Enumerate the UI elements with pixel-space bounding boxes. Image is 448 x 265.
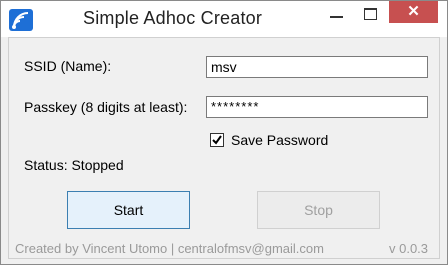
- passkey-label: Passkey (8 digits at least):: [24, 99, 188, 115]
- app-window: Simple Adhoc Creator ✕ SSID (Name): msv …: [0, 0, 448, 265]
- window-title: Simple Adhoc Creator: [83, 8, 263, 28]
- passkey-input[interactable]: ********: [206, 96, 428, 118]
- wifi-app-icon: [9, 9, 33, 31]
- ssid-label: SSID (Name):: [24, 58, 112, 74]
- save-password-label[interactable]: Save Password: [231, 132, 328, 148]
- maximize-icon[interactable]: [356, 1, 388, 31]
- close-icon: ✕: [407, 3, 420, 20]
- version-text: v 0.0.3: [389, 241, 429, 256]
- start-button[interactable]: Start: [67, 191, 190, 229]
- close-button[interactable]: ✕: [389, 1, 438, 23]
- title-bar[interactable]: Simple Adhoc Creator ✕: [1, 1, 447, 37]
- status-text: Status: Stopped: [24, 157, 124, 173]
- minimize-icon[interactable]: [321, 1, 353, 31]
- stop-button[interactable]: Stop: [257, 191, 380, 229]
- main-panel: SSID (Name): msv Passkey (8 digits at le…: [8, 37, 440, 259]
- credits-text: Created by Vincent Utomo | centralofmsv@…: [15, 241, 324, 256]
- checkmark-icon: [212, 135, 222, 145]
- save-password-checkbox[interactable]: [210, 133, 224, 147]
- ssid-input[interactable]: msv: [206, 56, 428, 78]
